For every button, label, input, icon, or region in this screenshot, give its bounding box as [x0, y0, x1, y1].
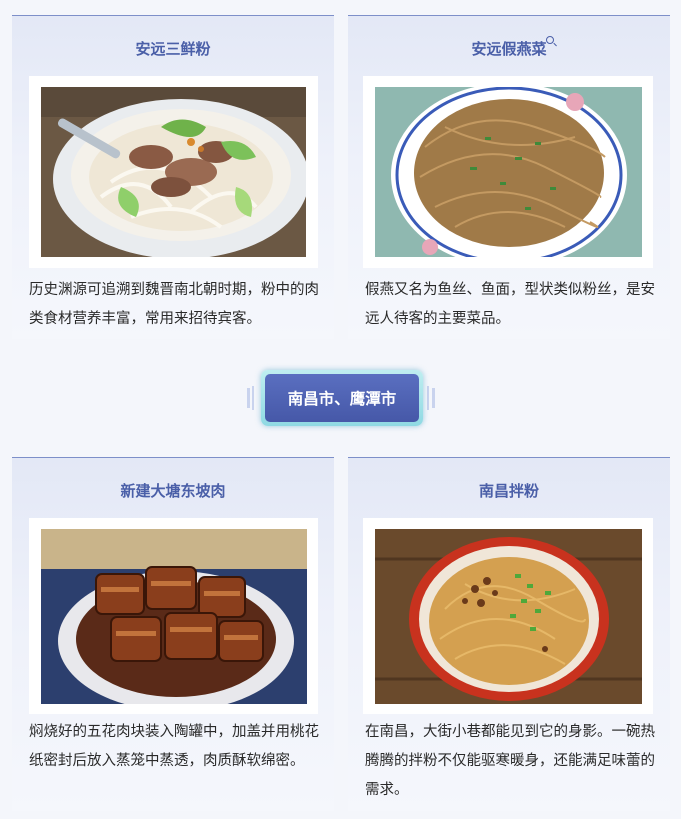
search-icon[interactable]: [546, 36, 554, 44]
divider-dash-right-2: [427, 386, 429, 410]
divider-dash-left-2: [252, 386, 254, 410]
divider-dash-right: [432, 388, 435, 408]
dish-photo-frame: [363, 76, 653, 268]
dish-title: 南昌拌粉: [478, 482, 539, 500]
dish-photo-frame: [363, 518, 653, 714]
dish-photo-frame: [29, 76, 318, 268]
dish-photo: [375, 529, 642, 704]
city-badge: 南昌市、鹰潭市: [261, 370, 423, 426]
dish-description: 焖烧好的五花肉块装入陶罐中，加盖并用桃花纸密封后放入蒸笼中蒸透，肉质酥软绵密。: [29, 724, 319, 769]
dish-description: 在南昌，大街小巷都能见到它的身影。一碗热腾腾的拌粉不仅能驱寒暖身，还能满足味蕾的…: [365, 724, 655, 798]
page: 安远三鲜粉 历史渊源可追溯到魏晋南北朝时期，粉中的肉类食材营养丰富，常用来招待宾…: [0, 0, 681, 819]
city-badge-label: 南昌市、鹰潭市: [265, 374, 419, 422]
dish-card-sanxianfen: 安远三鲜粉 历史渊源可追溯到魏晋南北朝时期，粉中的肉类食材营养丰富，常用来招待宾…: [12, 15, 334, 339]
dish-card-dongporou: 新建大塘东坡肉 焖烧好的五花肉块装入陶罐中，加盖并用桃花纸密封后放入蒸笼中蒸透，…: [12, 457, 334, 811]
dish-card-banfen: 南昌拌粉 在南昌，大街小巷都能见到它的身影。一碗热腾腾的拌粉不仅能驱寒暖身，还能…: [348, 457, 670, 811]
dish-title: 安远三鲜粉: [135, 40, 211, 58]
dish-card-jiayancai: 安远假燕菜 假燕又名为鱼丝、鱼面，型状类似粉丝，是安远人待客的主要菜品。: [348, 15, 670, 339]
dish-photo: [41, 87, 306, 257]
dish-photo: [375, 87, 642, 257]
dish-photo: [41, 529, 307, 704]
dish-title-row: 安远假燕菜: [348, 36, 670, 59]
dish-description: 历史渊源可追溯到魏晋南北朝时期，粉中的肉类食材营养丰富，常用来招待宾客。: [29, 282, 319, 327]
divider-dash-left: [247, 388, 250, 408]
dish-photo-frame: [29, 518, 318, 714]
dish-title: 新建大塘东坡肉: [120, 482, 226, 500]
dish-title: 安远假燕菜: [471, 40, 547, 58]
dish-description: 假燕又名为鱼丝、鱼面，型状类似粉丝，是安远人待客的主要菜品。: [365, 282, 655, 327]
